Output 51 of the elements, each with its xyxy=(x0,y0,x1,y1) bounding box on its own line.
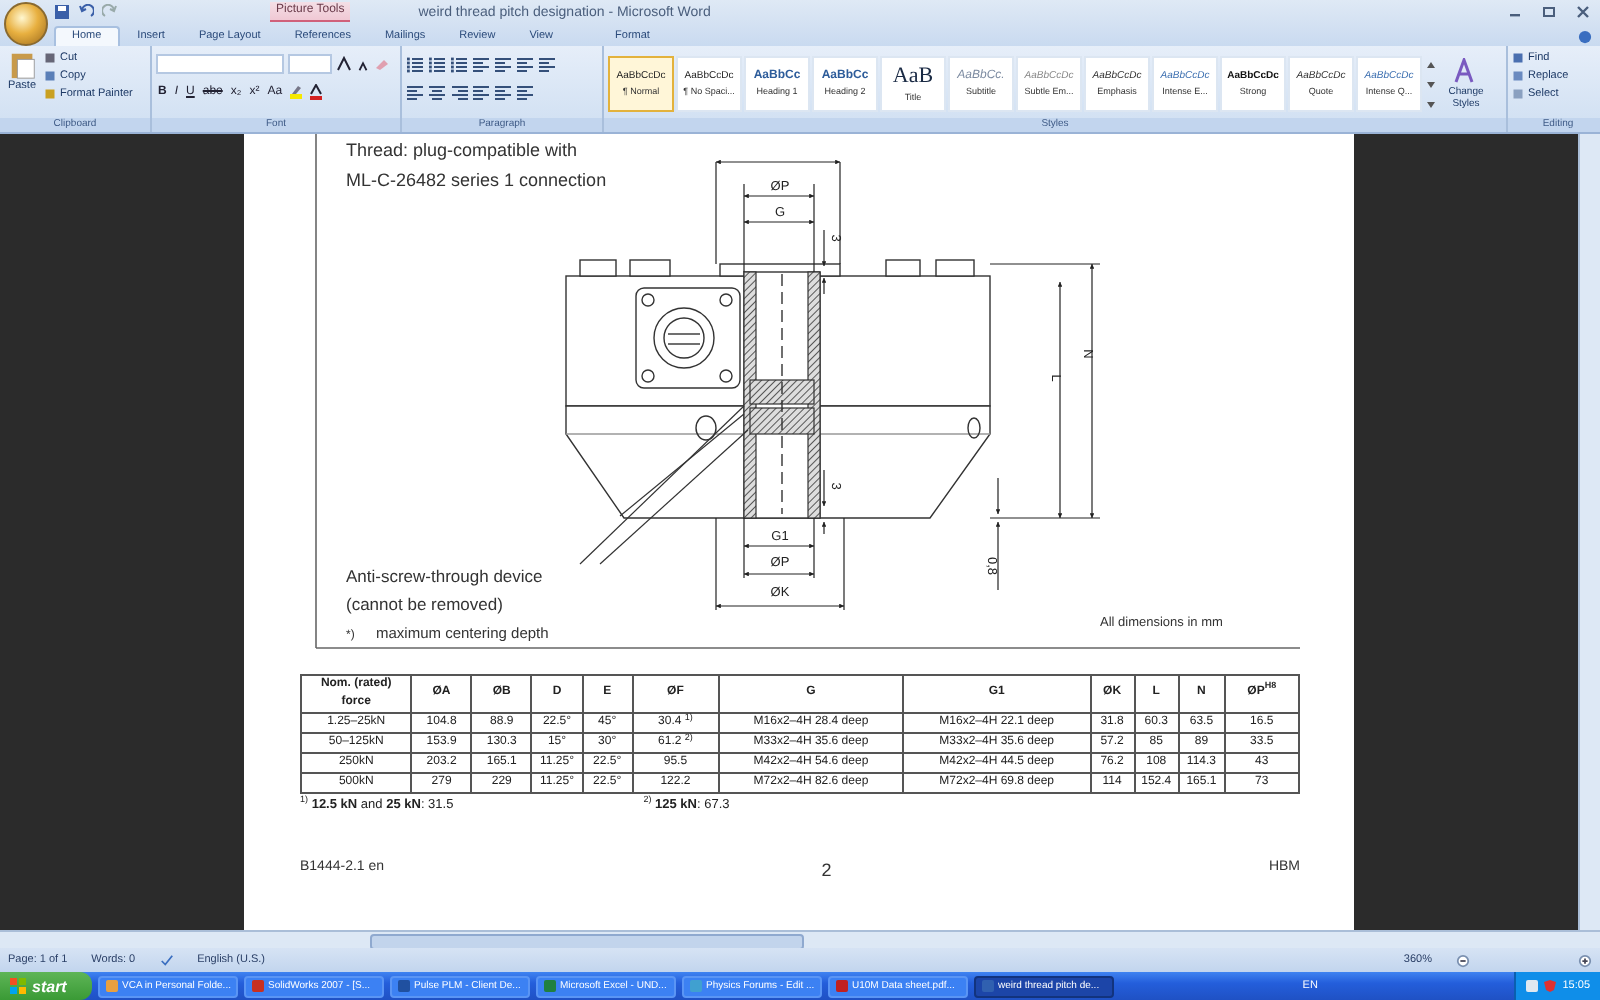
font-name-field[interactable] xyxy=(156,54,284,74)
square-icon xyxy=(1512,70,1524,82)
app-icon xyxy=(544,980,556,992)
horizontal-scrollbar[interactable] xyxy=(0,930,1600,949)
square-icon xyxy=(44,52,56,64)
save-icon[interactable] xyxy=(54,4,70,20)
windows-flag-icon xyxy=(10,978,26,994)
align-left-icon[interactable] xyxy=(494,83,512,101)
align-right-icon[interactable] xyxy=(450,83,468,101)
font-size-field[interactable] xyxy=(288,54,332,74)
caption-text: Thread: plug-compatible with xyxy=(346,139,578,160)
zoom-in-icon[interactable] xyxy=(1578,953,1592,968)
square-icon xyxy=(1512,52,1524,64)
square-icon xyxy=(1512,88,1524,100)
square-icon xyxy=(44,88,56,100)
note-text: Anti-screw-through device xyxy=(346,565,543,586)
app-icon xyxy=(106,980,118,992)
undo-icon[interactable] xyxy=(78,4,94,20)
indent-icon[interactable] xyxy=(538,55,556,73)
note-text: (cannot be removed) xyxy=(346,593,503,614)
vertical-scrollbar[interactable] xyxy=(1578,133,1600,931)
page-number: 2 xyxy=(821,859,832,880)
list-icon[interactable] xyxy=(428,55,446,73)
close-icon[interactable] xyxy=(1574,4,1592,20)
square-icon xyxy=(44,70,56,82)
app-icon xyxy=(252,980,264,992)
highlight-icon[interactable] xyxy=(288,84,305,100)
indent-icon[interactable] xyxy=(516,55,534,73)
align-left-icon[interactable] xyxy=(406,83,424,101)
proofing-icon[interactable] xyxy=(159,953,174,968)
align-center-icon[interactable] xyxy=(428,83,446,101)
app-icon xyxy=(690,980,702,992)
shrink-font-icon[interactable] xyxy=(356,57,370,71)
app-icon xyxy=(398,980,410,992)
indent-icon[interactable] xyxy=(494,55,512,73)
grow-font-icon[interactable] xyxy=(336,56,352,72)
zoom-out-icon[interactable] xyxy=(1456,953,1470,968)
network-icon[interactable] xyxy=(1526,980,1539,992)
caption-text: ML-C-26482 series 1 connection xyxy=(346,169,607,190)
app-icon xyxy=(836,980,848,992)
list-icon[interactable] xyxy=(450,55,468,73)
maximize-icon[interactable] xyxy=(1540,4,1558,20)
clipboard-icon xyxy=(7,50,37,80)
list-icon[interactable] xyxy=(406,55,424,73)
align-left-icon[interactable] xyxy=(516,83,534,101)
office-button[interactable] xyxy=(4,2,48,46)
indent-icon[interactable] xyxy=(472,55,490,73)
help-icon[interactable] xyxy=(1578,30,1592,44)
font-color-icon[interactable] xyxy=(308,84,325,100)
app-icon xyxy=(982,980,994,992)
align-left-icon[interactable] xyxy=(472,83,490,101)
